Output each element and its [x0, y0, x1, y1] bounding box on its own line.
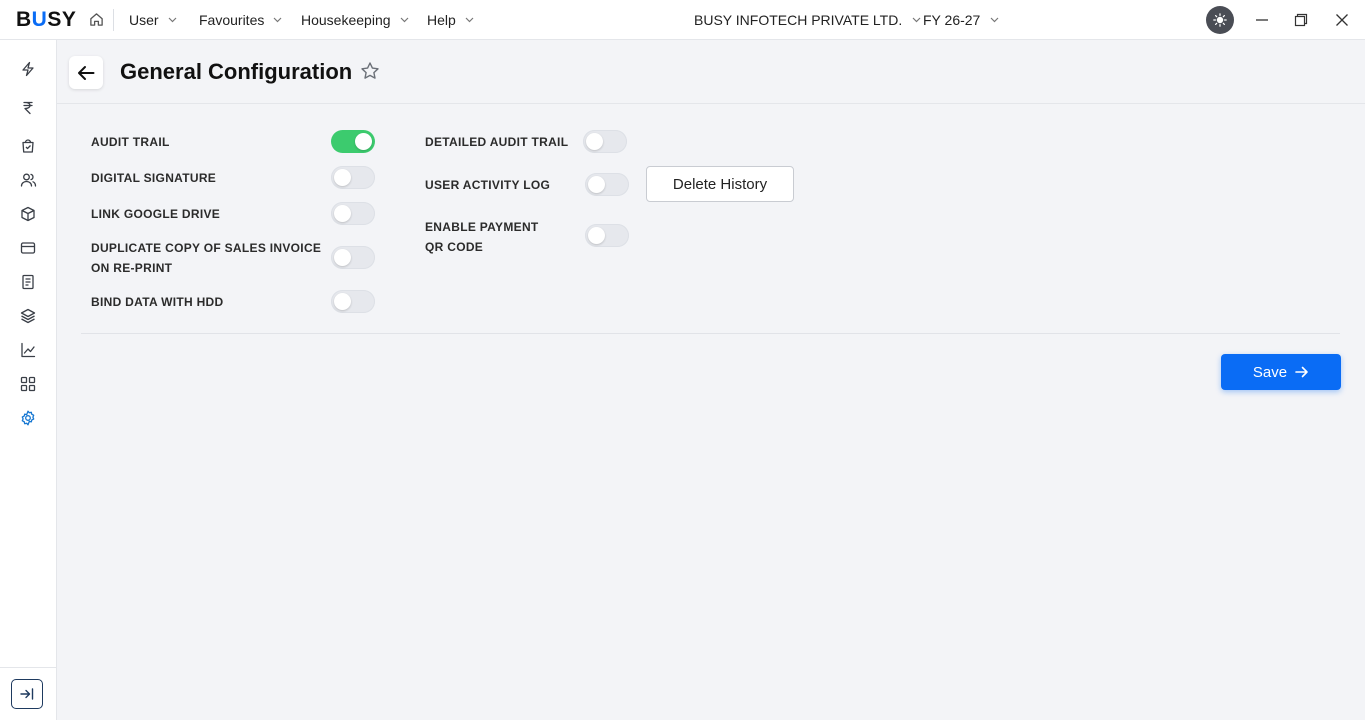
toggle-knob	[588, 227, 605, 244]
toggle-link-google-drive[interactable]	[331, 202, 375, 225]
home-icon[interactable]	[89, 12, 104, 27]
setting-label-link-google-drive: LINK GOOGLE DRIVE	[91, 207, 221, 221]
setting-label-duplicate-copy-line1: DUPLICATE COPY OF SALES INVOICE	[91, 241, 322, 255]
restore-button[interactable]	[1291, 10, 1311, 30]
toggle-knob	[334, 249, 351, 266]
sidebar-item-sales[interactable]	[18, 136, 38, 156]
star-icon[interactable]	[360, 61, 380, 81]
toggle-bind-data-hdd[interactable]	[331, 290, 375, 313]
minimize-icon	[1255, 13, 1269, 27]
arrow-left-icon	[77, 65, 95, 81]
bolt-icon	[20, 61, 36, 77]
toggle-knob	[334, 293, 351, 310]
chart-line-icon	[20, 342, 36, 358]
menu-housekeeping-label: Housekeeping	[301, 11, 391, 28]
setting-label-detailed-audit-trail: DETAILED AUDIT TRAIL	[425, 135, 569, 149]
fiscal-year-label: FY 26-27	[923, 11, 981, 28]
sidebar-item-reports[interactable]	[18, 272, 38, 292]
chevron-down-icon	[400, 17, 409, 23]
card-icon	[20, 241, 36, 255]
toolbar-separator	[113, 9, 114, 31]
setting-label-payment-qr-line1: ENABLE PAYMENT	[425, 220, 539, 234]
page-header: General Configuration	[57, 40, 1365, 104]
sidebar-item-apps[interactable]	[18, 374, 38, 394]
app-logo: BUSY	[16, 8, 77, 31]
layers-icon	[20, 308, 36, 324]
setting-label-duplicate-copy-line2: ON RE-PRINT	[91, 261, 173, 275]
document-icon	[21, 274, 35, 290]
sidebar-separator	[0, 667, 56, 668]
toggle-digital-signature[interactable]	[331, 166, 375, 189]
section-divider	[81, 333, 1340, 334]
sidebar-item-settings[interactable]	[18, 408, 38, 428]
users-icon	[20, 172, 37, 188]
rupee-icon	[20, 100, 36, 116]
menu-housekeeping[interactable]: Housekeeping	[301, 0, 409, 39]
chevron-down-icon	[912, 17, 921, 23]
chevron-down-icon	[990, 17, 999, 23]
menu-help-label: Help	[427, 11, 456, 28]
title-bar: BUSY User Favourites Housekeeping Help B…	[0, 0, 1365, 40]
arrow-right-icon	[1295, 366, 1309, 378]
toggle-knob	[334, 205, 351, 222]
sidebar-item-inventory[interactable]	[18, 204, 38, 224]
setting-label-payment-qr-line2: QR CODE	[425, 240, 484, 254]
save-button[interactable]: Save	[1221, 354, 1341, 390]
setting-label-digital-signature: DIGITAL SIGNATURE	[91, 171, 217, 185]
sidebar	[0, 40, 57, 720]
sidebar-item-masters[interactable]	[18, 306, 38, 326]
gear-icon	[20, 410, 36, 426]
box-icon	[20, 206, 36, 222]
shopping-bag-icon	[20, 138, 36, 154]
setting-label-audit-trail: AUDIT TRAIL	[91, 135, 170, 149]
grid-icon	[20, 376, 36, 392]
toggle-knob	[355, 133, 372, 150]
theme-toggle-button[interactable]	[1206, 6, 1234, 34]
back-button[interactable]	[69, 56, 103, 89]
close-button[interactable]	[1332, 10, 1352, 30]
chevron-down-icon	[465, 17, 474, 23]
sidebar-collapse-button[interactable]	[11, 679, 43, 709]
chevron-down-icon	[168, 17, 177, 23]
sidebar-item-parties[interactable]	[18, 170, 38, 190]
close-icon	[1335, 13, 1349, 27]
toggle-knob	[334, 169, 351, 186]
minimize-button[interactable]	[1252, 10, 1272, 30]
menu-user-label: User	[129, 11, 159, 28]
sidebar-item-accounts[interactable]	[18, 98, 38, 118]
collapse-right-icon	[20, 688, 34, 700]
toggle-knob	[586, 133, 603, 150]
company-selector[interactable]: BUSY INFOTECH PRIVATE LTD.	[694, 0, 921, 39]
page-title: General Configuration	[120, 59, 353, 84]
toggle-enable-payment-qr[interactable]	[585, 224, 629, 247]
toggle-user-activity-log[interactable]	[585, 173, 629, 196]
delete-history-button[interactable]: Delete History	[646, 166, 794, 202]
company-name: BUSY INFOTECH PRIVATE LTD.	[694, 11, 903, 28]
sun-icon	[1213, 13, 1227, 27]
menu-user[interactable]: User	[129, 0, 177, 39]
toggle-knob	[588, 176, 605, 193]
sidebar-item-analytics[interactable]	[18, 340, 38, 360]
menu-favourites[interactable]: Favourites	[199, 0, 282, 39]
toggle-audit-trail[interactable]	[331, 130, 375, 153]
setting-label-user-activity-log: USER ACTIVITY LOG	[425, 178, 551, 192]
chevron-down-icon	[273, 17, 282, 23]
restore-icon	[1294, 13, 1308, 27]
menu-favourites-label: Favourites	[199, 11, 265, 28]
sidebar-item-payments[interactable]	[18, 238, 38, 258]
sidebar-item-quick-actions[interactable]	[18, 59, 38, 79]
setting-label-bind-data-hdd: BIND DATA WITH HDD	[91, 295, 224, 309]
fiscal-year-selector[interactable]: FY 26-27	[923, 0, 999, 39]
toggle-duplicate-copy-invoice[interactable]	[331, 246, 375, 269]
save-button-label: Save	[1252, 363, 1288, 381]
toggle-detailed-audit-trail[interactable]	[583, 130, 627, 153]
menu-help[interactable]: Help	[427, 0, 474, 39]
